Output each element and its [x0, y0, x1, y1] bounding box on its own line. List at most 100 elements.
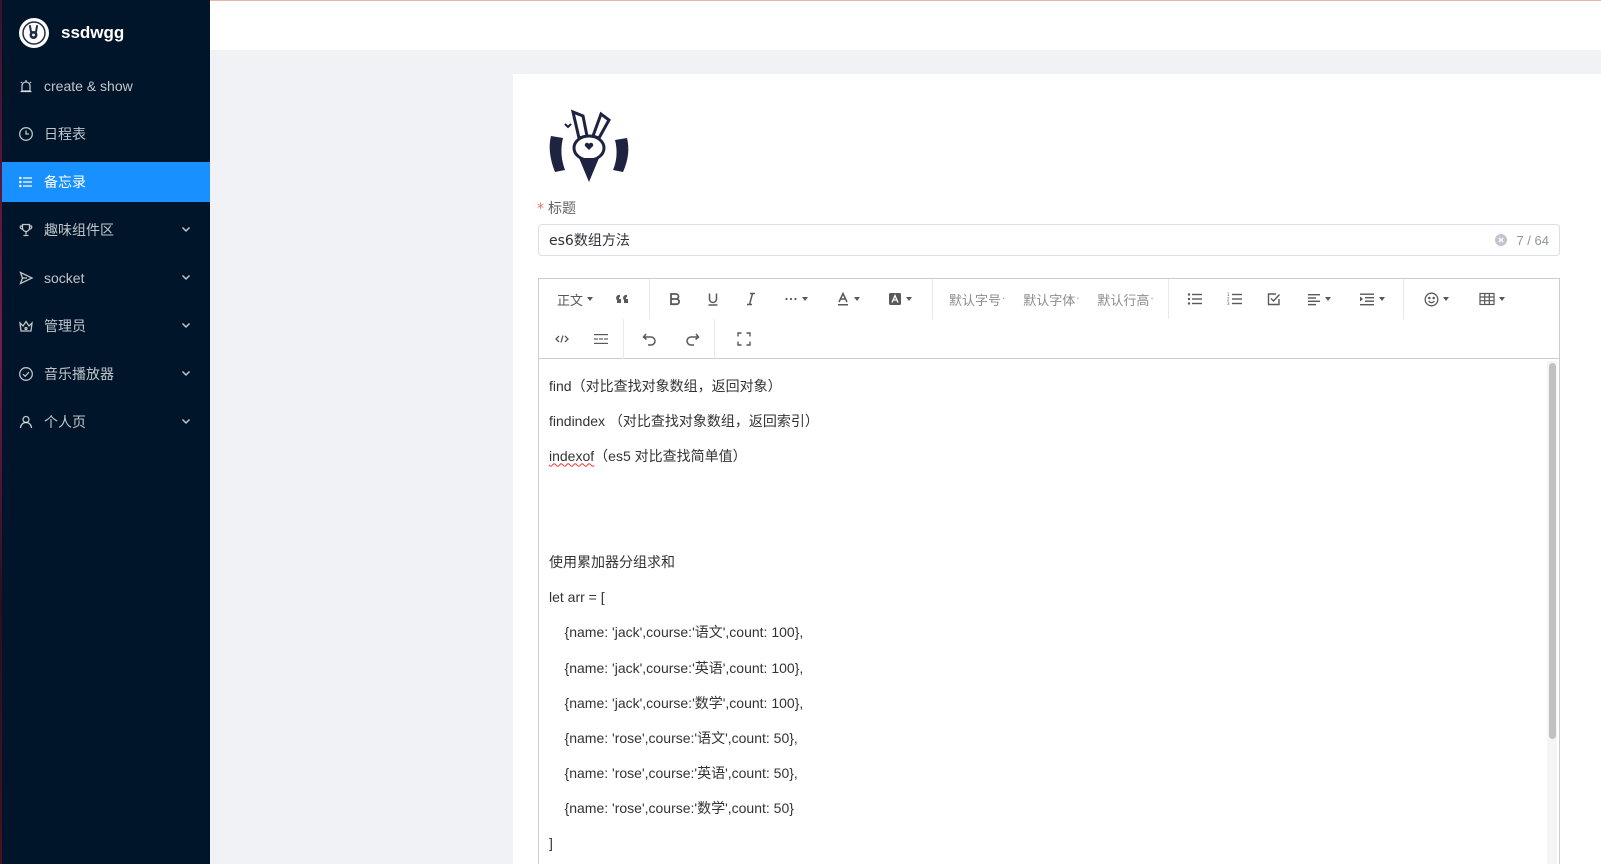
- sidebar-item-schedule[interactable]: 日程表: [2, 114, 210, 154]
- editor-line: findindex （对比查找对象数组，返回索引）: [549, 413, 819, 430]
- trophy-icon: [18, 222, 34, 238]
- editor-line: 使用累加器分组求和: [549, 553, 675, 570]
- todo-button[interactable]: [1261, 283, 1287, 315]
- sidebar-item-label: socket: [44, 270, 85, 286]
- underline-button[interactable]: [700, 283, 726, 315]
- editor-line: indexof（es5 对比查找简单值）: [549, 448, 747, 465]
- sidebar-item-label: 管理员: [44, 318, 86, 334]
- bold-icon: [670, 293, 680, 306]
- sidebar: ssdwgg create & show 日程表 备忘录 趣味组件区 socke…: [2, 0, 210, 864]
- bulleted-list-icon: [1187, 293, 1202, 305]
- toolbar-divider: [932, 279, 934, 319]
- paragraph-style-dropdown[interactable]: 正文: [551, 283, 599, 315]
- toolbar-divider: [714, 319, 715, 359]
- chevron-down-icon: [181, 418, 191, 425]
- more-icon: [785, 297, 797, 301]
- title-label: * 标题: [537, 201, 576, 217]
- memo-edit-card: *标题 7 / 64 正文: [513, 74, 1601, 864]
- font-size-dropdown[interactable]: 默认字号 ·: [943, 283, 1011, 315]
- title-field[interactable]: 7 / 64: [538, 224, 1560, 256]
- toolbar-divider: [623, 319, 624, 359]
- underline-icon: [708, 293, 718, 306]
- more-styles-dropdown[interactable]: [778, 283, 814, 315]
- undo-icon: [642, 333, 656, 346]
- caret-down-icon: [1324, 297, 1331, 301]
- editor-content[interactable]: find（对比查找对象数组，返回对象） findindex （对比查找对象数组，…: [539, 359, 1559, 864]
- title-input[interactable]: [549, 232, 1495, 248]
- chevron-down-icon: [181, 226, 191, 233]
- sidebar-item-label: 趣味组件区: [44, 222, 114, 238]
- font-color-dropdown[interactable]: [830, 283, 866, 315]
- blockquote-button[interactable]: [609, 283, 637, 315]
- redo-button[interactable]: [678, 323, 706, 355]
- sidebar-item-label: 音乐播放器: [44, 366, 114, 382]
- misspelled-word[interactable]: indexof: [549, 448, 594, 464]
- caret-down-icon: [1378, 297, 1385, 301]
- code-button[interactable]: [549, 323, 575, 355]
- code-icon: [555, 335, 569, 343]
- required-asterisk: *: [537, 201, 544, 217]
- editor-line: {name: 'jack',course:'语文',count: 100},: [549, 624, 804, 641]
- check-circle-icon: [18, 366, 34, 382]
- editor-line: {name: 'rose',course:'语文',count: 50},: [549, 729, 798, 746]
- align-left-icon: [1307, 294, 1320, 306]
- caret-down-icon: [802, 297, 809, 301]
- editor-line: {name: 'rose',course:'数学',count: 50}: [549, 800, 794, 817]
- editor-line: {name: 'jack',course:'数学',count: 100},: [549, 694, 804, 711]
- alarm-icon: [18, 78, 34, 94]
- avatar-upload[interactable]: [543, 108, 633, 188]
- user-icon: [18, 414, 34, 430]
- sidebar-item-memo[interactable]: 备忘录: [2, 162, 210, 202]
- toolbar-divider: [1402, 279, 1404, 319]
- sidebar-item-admin[interactable]: 管理员: [2, 306, 210, 346]
- align-dropdown[interactable]: [1301, 283, 1337, 315]
- divider-line-button[interactable]: [587, 323, 615, 355]
- sidebar-item-create-show[interactable]: create & show: [2, 66, 210, 106]
- char-counter: 7 / 64: [1516, 232, 1549, 248]
- horizontal-rule-icon: [594, 334, 608, 344]
- font-color-icon: [838, 292, 849, 306]
- bulleted-list-button[interactable]: [1181, 283, 1209, 315]
- italic-icon: [747, 292, 756, 306]
- toolbar-divider: [649, 279, 651, 319]
- font-family-dropdown[interactable]: 默认字体 ·: [1017, 283, 1085, 315]
- fullscreen-button[interactable]: [731, 323, 757, 355]
- indent-icon: [1359, 293, 1374, 306]
- undo-button[interactable]: [636, 323, 664, 355]
- list-icon: [18, 174, 34, 190]
- quote-icon: [616, 294, 629, 303]
- bold-button[interactable]: [662, 283, 688, 315]
- indent-dropdown[interactable]: [1353, 283, 1391, 315]
- sidebar-item-music-player[interactable]: 音乐播放器: [2, 354, 210, 394]
- table-dropdown[interactable]: [1473, 283, 1511, 315]
- caret-down-icon: [854, 297, 861, 301]
- italic-button[interactable]: [738, 283, 764, 315]
- emoji-dropdown[interactable]: [1418, 283, 1455, 315]
- sidebar-item-socket[interactable]: socket: [2, 258, 210, 298]
- editor-scrollbar[interactable]: [1547, 361, 1557, 864]
- clear-icon[interactable]: [1494, 233, 1508, 247]
- brand[interactable]: ssdwgg: [2, 0, 210, 66]
- caret-down-icon: [1442, 297, 1449, 301]
- editor-line: ]: [549, 835, 553, 852]
- rabbit-logo-image: [549, 109, 629, 182]
- sidebar-item-label: create & show: [44, 78, 133, 94]
- fullscreen-icon: [737, 332, 751, 346]
- background-color-dropdown[interactable]: [882, 283, 918, 315]
- caret-down-icon: [906, 297, 913, 301]
- line-height-dropdown[interactable]: 默认行高 ·: [1091, 283, 1159, 315]
- sidebar-item-profile[interactable]: 个人页: [2, 402, 210, 442]
- numbered-list-icon: 123: [1227, 292, 1242, 306]
- editor-line: {name: 'rose',course:'英语',count: 50},: [549, 765, 798, 782]
- sidebar-item-fun-components[interactable]: 趣味组件区: [2, 210, 210, 250]
- redo-icon: [686, 333, 700, 346]
- scrollbar-thumb[interactable]: [1549, 363, 1556, 739]
- editor-line: find（对比查找对象数组，返回对象）: [549, 378, 782, 394]
- editor-line: {name: 'jack',course:'英语',count: 100},: [549, 659, 804, 676]
- sidebar-item-label: 日程表: [44, 126, 86, 142]
- crown-icon: [18, 318, 34, 334]
- chevron-down-icon: [181, 370, 191, 377]
- chevron-down-icon: [181, 322, 191, 329]
- numbered-list-button[interactable]: 123: [1221, 283, 1249, 315]
